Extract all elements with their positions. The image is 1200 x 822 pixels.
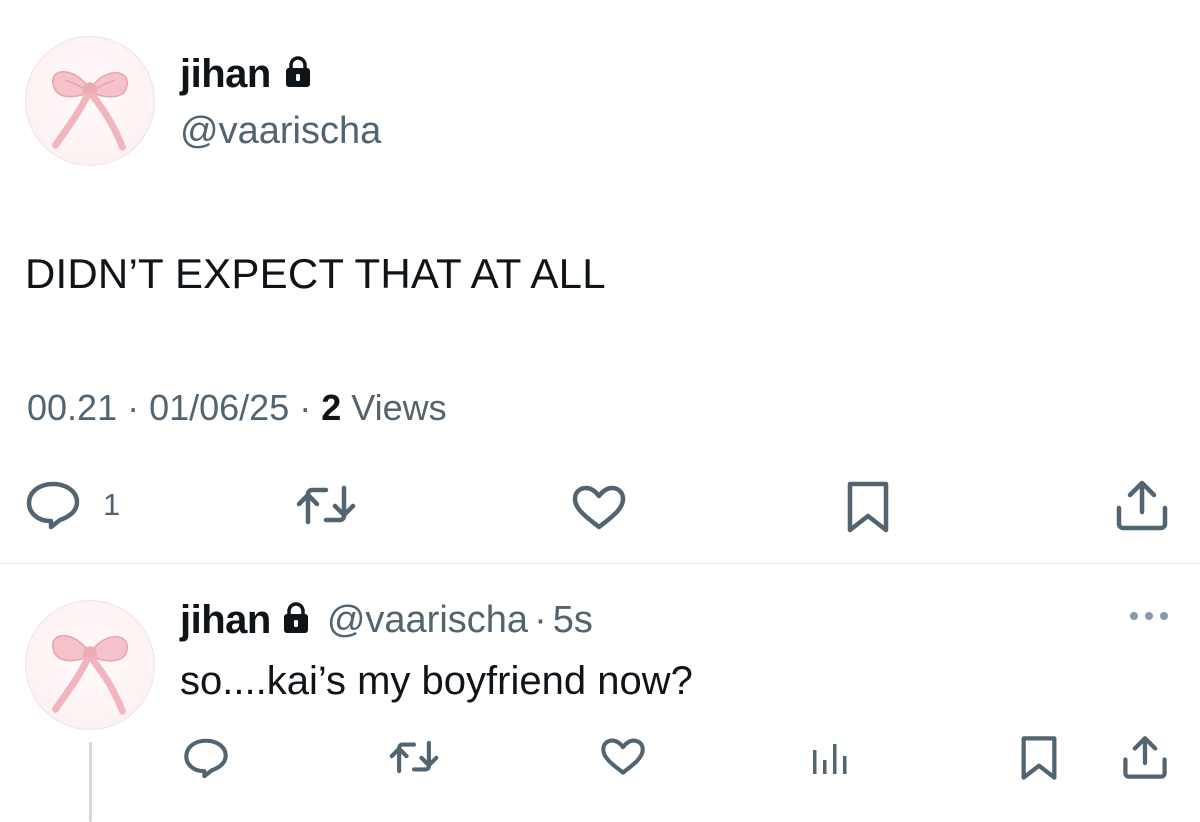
reply-button[interactable] bbox=[183, 737, 229, 779]
bow-avatar-image bbox=[52, 635, 128, 715]
more-options-button[interactable] bbox=[1127, 608, 1171, 624]
reply-time[interactable]: 5s bbox=[553, 599, 593, 642]
tweet-text: DIDN’T EXPECT THAT AT ALL bbox=[25, 250, 606, 297]
thread-line bbox=[89, 742, 92, 822]
retweet-button[interactable] bbox=[296, 482, 356, 528]
reply-text: so....kai’s my boyfriend now? bbox=[180, 659, 693, 703]
bookmark-button[interactable] bbox=[846, 480, 890, 534]
reply-button[interactable]: 1 bbox=[25, 480, 120, 530]
retweet-arrows-icon bbox=[296, 485, 356, 525]
tweet-meta: 00.21 · 01/06/25 · 2 Views bbox=[27, 387, 447, 429]
lock-icon bbox=[281, 601, 311, 640]
bookmark-button[interactable] bbox=[1020, 735, 1058, 781]
bookmark-icon bbox=[1021, 736, 1057, 780]
speech-bubble-icon bbox=[25, 480, 81, 530]
share-upload-icon bbox=[1123, 736, 1167, 779]
tweet-time[interactable]: 00.21 bbox=[27, 387, 117, 429]
bow-avatar-image bbox=[52, 71, 128, 151]
meta-separator: · bbox=[127, 387, 140, 428]
divider bbox=[0, 563, 1200, 564]
meta-separator: · bbox=[534, 599, 547, 641]
like-button[interactable] bbox=[600, 738, 646, 776]
share-button[interactable] bbox=[1122, 734, 1168, 780]
share-button[interactable] bbox=[1115, 478, 1169, 532]
heart-icon bbox=[601, 738, 645, 775]
lock-icon bbox=[283, 55, 313, 94]
reply-handle[interactable]: @vaarischa bbox=[327, 599, 528, 642]
views-count: 2 bbox=[321, 387, 342, 428]
tweet-date[interactable]: 01/06/25 bbox=[149, 387, 289, 429]
reply-avatar[interactable] bbox=[25, 600, 155, 730]
speech-bubble-icon bbox=[184, 738, 228, 779]
display-name[interactable]: jihan bbox=[180, 52, 271, 97]
bar-chart-icon bbox=[813, 744, 847, 774]
views-label: Views bbox=[351, 387, 447, 428]
retweet-arrows-icon bbox=[389, 740, 439, 774]
heart-icon bbox=[572, 485, 626, 530]
three-dots-icon bbox=[1130, 612, 1168, 620]
bookmark-icon bbox=[847, 481, 889, 533]
share-upload-icon bbox=[1116, 480, 1168, 531]
retweet-button[interactable] bbox=[389, 738, 439, 776]
reply-display-name[interactable]: jihan bbox=[180, 598, 271, 643]
views-button[interactable] bbox=[810, 740, 850, 776]
avatar[interactable] bbox=[25, 36, 155, 166]
reply-count: 1 bbox=[103, 487, 121, 522]
user-handle[interactable]: @vaarischa bbox=[180, 110, 381, 153]
like-button[interactable] bbox=[571, 485, 627, 531]
meta-separator: · bbox=[299, 387, 312, 428]
views[interactable]: 2 Views bbox=[321, 387, 446, 429]
